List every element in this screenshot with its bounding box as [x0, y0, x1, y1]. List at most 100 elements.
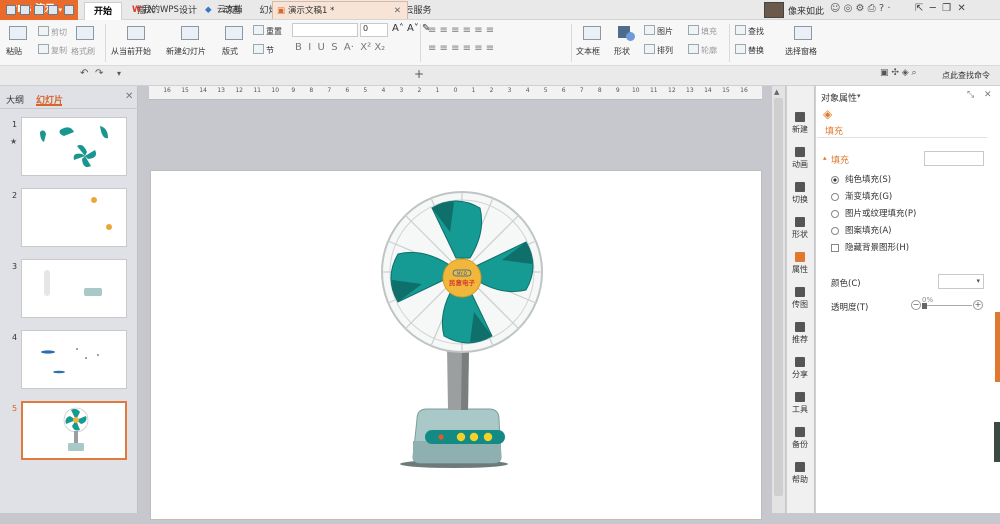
slide-thumbnail-5-selected[interactable]	[21, 401, 127, 460]
pattern-fill-option[interactable]: 图案填充(A)	[831, 224, 891, 236]
font-style-buttons[interactable]: B I U S A· X² X₂	[295, 42, 385, 53]
shape-button[interactable]: 形状	[614, 46, 630, 57]
print-icon[interactable]	[34, 5, 44, 15]
slide-canvas[interactable]: MY·D 民意电子	[150, 170, 762, 520]
panel-edge-tab[interactable]	[995, 312, 1000, 382]
ruler-tick-label: 15	[722, 87, 730, 94]
save-icon[interactable]	[20, 5, 30, 15]
side-button-shape[interactable]: 形状	[786, 217, 814, 240]
panel-edge-widget[interactable]	[994, 422, 1000, 462]
radio-button[interactable]	[831, 226, 839, 235]
arrange-button[interactable]: 排列	[657, 45, 673, 56]
side-button-tools[interactable]: 工具	[786, 392, 814, 415]
side-button-animation[interactable]: 动画	[786, 147, 814, 170]
export-icon[interactable]	[64, 5, 74, 15]
side-button-upload[interactable]: 传图	[786, 287, 814, 310]
radio-button[interactable]	[831, 175, 839, 184]
slide-thumbnail-3[interactable]	[21, 259, 127, 318]
transparency-slider[interactable]	[924, 305, 972, 306]
pin-icon[interactable]: ⤡	[967, 90, 974, 100]
side-button-backup[interactable]: 备份	[786, 427, 814, 450]
tab-my-wps[interactable]: W 我的WPS	[128, 1, 194, 19]
tab-start[interactable]: 开始	[84, 2, 122, 20]
reset-button[interactable]: 重置	[266, 26, 282, 37]
transparency-slider-thumb[interactable]	[922, 303, 927, 309]
replace-button[interactable]: 替换	[748, 45, 764, 56]
paragraph-buttons[interactable]: ≡ ≡ ≡ ≡ ≡ ≡	[428, 25, 494, 36]
slide-number: 3	[12, 262, 18, 271]
color-select[interactable]: ▾	[938, 274, 984, 289]
solid-fill-option[interactable]: 纯色填充(S)	[831, 173, 891, 185]
quick-right-icons[interactable]: ▣ ✣ ◈ ⌕	[880, 68, 917, 78]
close-icon[interactable]: ✕	[984, 90, 992, 100]
slide-thumbnail-4[interactable]	[21, 330, 127, 389]
copy-button[interactable]: 复制	[51, 45, 67, 56]
gradient-fill-option[interactable]: 渐变填充(G)	[831, 190, 892, 202]
transparency-decrease-icon[interactable]: −	[911, 300, 921, 310]
font-name-select[interactable]	[292, 23, 358, 37]
format-painter-button[interactable]: 格式刷	[71, 46, 95, 57]
preview-icon[interactable]	[48, 5, 58, 15]
hide-background-option[interactable]: 隐藏背景图形(H)	[831, 241, 909, 253]
side-button-help[interactable]: 帮助	[786, 462, 814, 485]
close-icon[interactable]: ✕	[125, 91, 133, 102]
fan-illustration[interactable]: MY·D 民意电子	[151, 171, 763, 521]
ruler-tick-label: 6	[561, 87, 566, 94]
fill-preview-box[interactable]	[924, 151, 984, 166]
tab-fill[interactable]: 填充	[825, 124, 843, 137]
chevron-down-icon[interactable]: ▾	[857, 92, 861, 100]
close-icon[interactable]: ✕	[394, 2, 401, 20]
side-button-recommend[interactable]: 推荐	[786, 322, 814, 345]
open-icon[interactable]	[6, 5, 16, 15]
command-search-label[interactable]: 点此查找命令	[942, 70, 990, 81]
collapse-icon[interactable]: ▴	[823, 154, 827, 162]
section-button[interactable]: 节	[266, 45, 274, 56]
radio-button[interactable]	[831, 192, 839, 201]
ruler-tick-label: 5	[543, 87, 548, 94]
side-button-share[interactable]: 分享	[786, 357, 814, 380]
window-controls[interactable]: ⇱ ─ ❐ ✕	[915, 3, 966, 14]
tab-cloud-docs[interactable]: ◆ 云文档	[202, 1, 264, 19]
text-box-button[interactable]: 文本框	[576, 46, 600, 57]
side-button-property[interactable]: 属性	[786, 252, 814, 275]
checkbox[interactable]	[831, 243, 839, 252]
avatar[interactable]	[764, 2, 784, 18]
ruler-tick-label: 16	[740, 87, 748, 94]
side-button-new[interactable]: 新建	[786, 112, 814, 135]
tab-document[interactable]: ▣ 演示文稿1 * ✕	[272, 1, 408, 19]
scroll-up-icon[interactable]: ▲	[774, 88, 779, 96]
font-size-select[interactable]: 0	[360, 23, 388, 37]
picture-button[interactable]: 图片	[657, 26, 673, 37]
vertical-scrollbar[interactable]: ▲	[772, 86, 785, 513]
select-pane-button[interactable]: 选择窗格	[785, 46, 817, 57]
font-grow-shrink-buttons[interactable]: A˄ A˅ ✎	[392, 23, 430, 34]
fan-badge-text: MY·D	[457, 271, 467, 276]
new-slide-button[interactable]: 新建幻灯片	[166, 46, 206, 57]
side-button-label: 切换	[792, 195, 808, 204]
paste-button[interactable]: 粘贴	[6, 46, 22, 57]
panel-title[interactable]: 对象属性	[821, 91, 857, 104]
cut-button[interactable]: 剪切	[51, 27, 67, 38]
transparency-increase-icon[interactable]: +	[973, 300, 983, 310]
outline-button[interactable]: 轮廓	[701, 45, 717, 56]
redo-icon[interactable]: ↷	[95, 68, 103, 79]
undo-icon[interactable]: ↶	[80, 68, 88, 79]
picture-fill-option[interactable]: 图片或纹理填充(P)	[831, 207, 916, 219]
alignment-buttons[interactable]: ≡ ≡ ≡ ≡ ≡ ≡	[428, 43, 494, 54]
add-tab-icon[interactable]: +	[414, 67, 424, 81]
layout-button[interactable]: 版式	[222, 46, 238, 57]
ruler-tick-label: 2	[417, 87, 422, 94]
radio-button[interactable]	[831, 209, 839, 218]
paint-bucket-icon: ◈	[823, 107, 833, 121]
user-name[interactable]: 像来如此	[788, 4, 824, 17]
chevron-down-icon[interactable]: ▾	[117, 69, 121, 78]
fill-button[interactable]: 填充	[701, 26, 717, 37]
slide-thumbnail-2[interactable]	[21, 188, 127, 247]
from-current-button[interactable]: 从当前开始	[111, 46, 151, 57]
find-button[interactable]: 查找	[748, 26, 764, 37]
tab-outline[interactable]: 大纲	[6, 93, 24, 106]
slide-thumbnail-1[interactable]	[21, 117, 127, 176]
active-tab-indicator	[36, 104, 62, 106]
scrollbar-thumb[interactable]	[774, 98, 783, 496]
side-button-transition[interactable]: 切换	[786, 182, 814, 205]
